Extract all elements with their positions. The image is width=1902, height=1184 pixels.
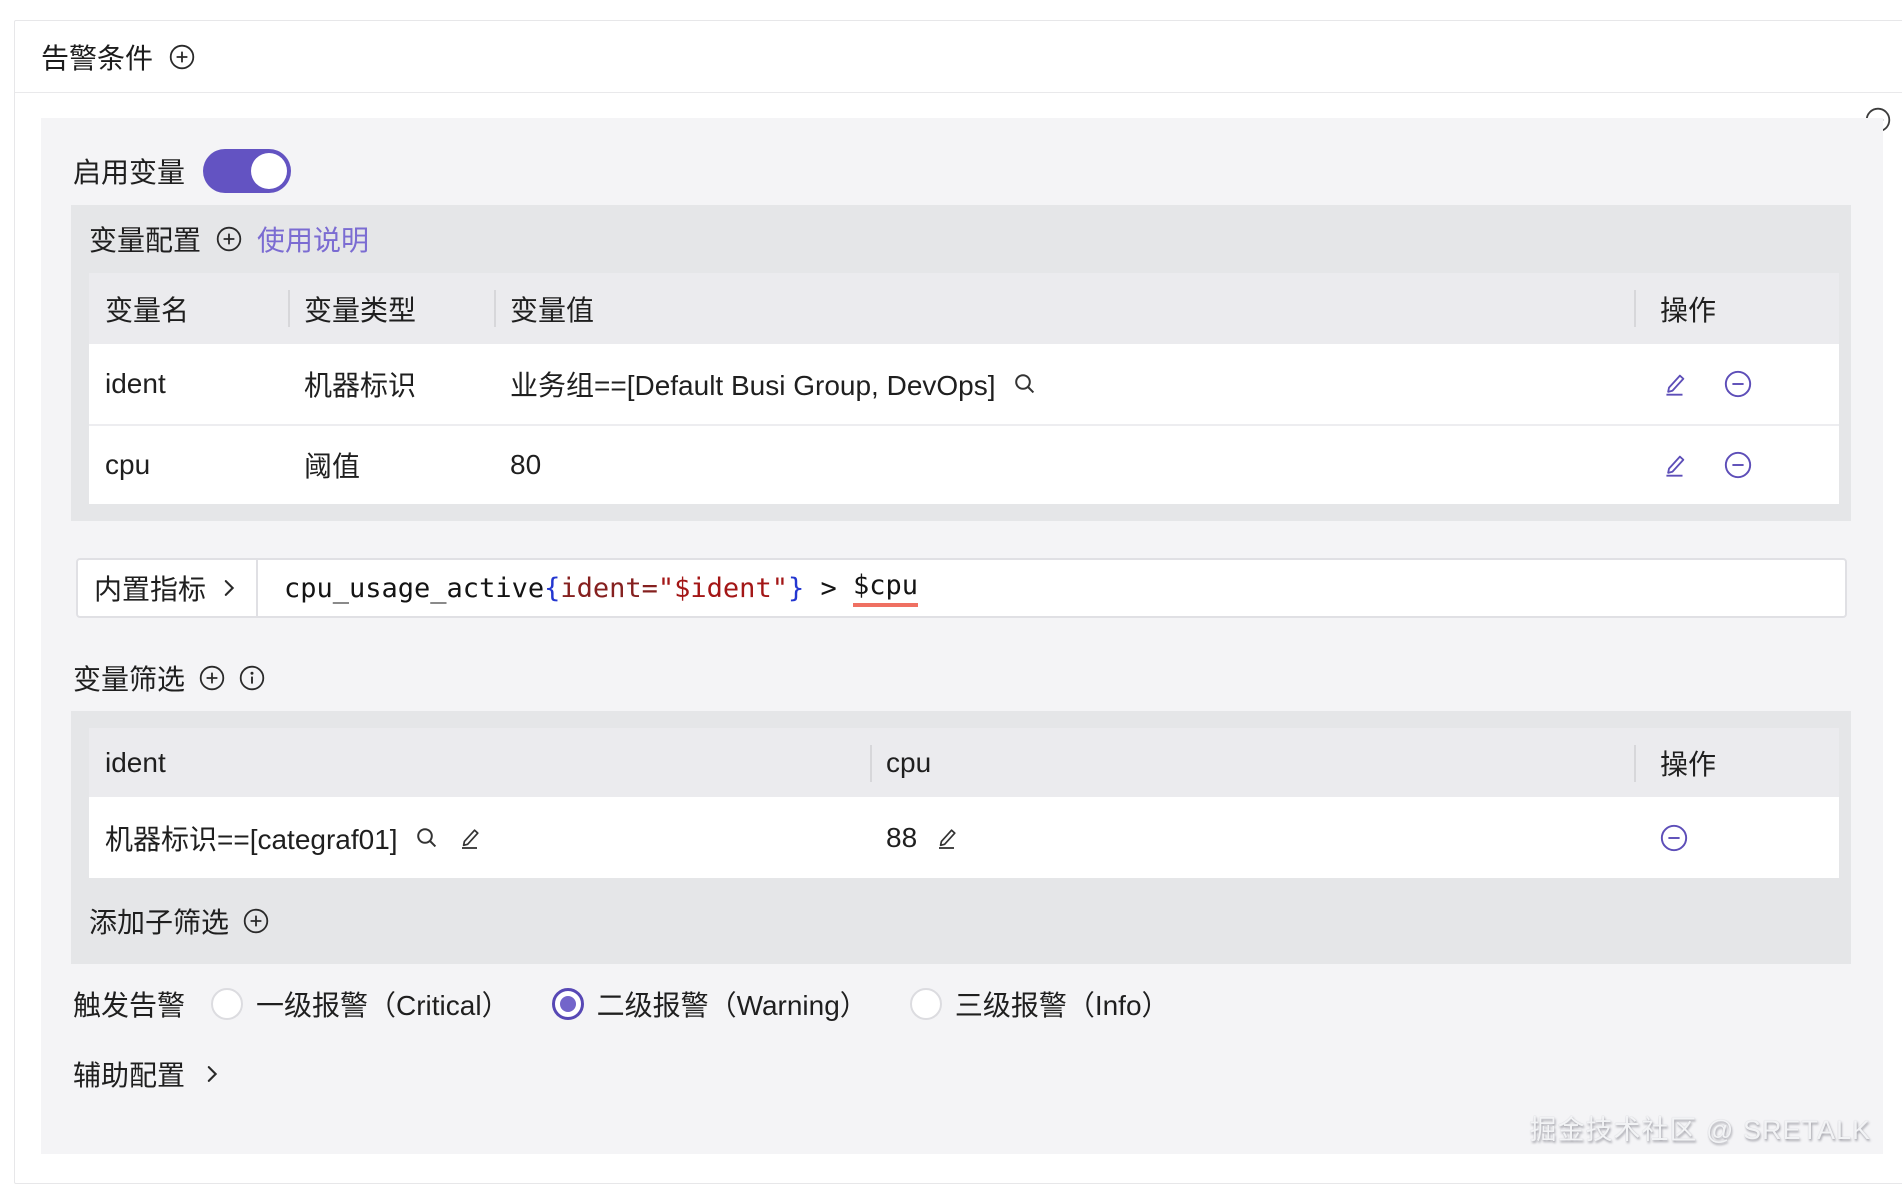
auxiliary-config-toggle[interactable]: 辅助配置: [73, 1054, 223, 1094]
promql-expression-input[interactable]: cpu_usage_active{ident="$ident"} > $cpu: [258, 560, 1845, 616]
promql-token: {: [544, 573, 560, 604]
variable-value: 业务组==[Default Busi Group, DevOps]: [494, 364, 1634, 404]
severity-radio-option[interactable]: 一级报警（Critical）: [211, 984, 510, 1024]
trigger-severity-label: 触发告警: [73, 984, 185, 1024]
enable-variable-label: 启用变量: [73, 151, 185, 191]
column-header: cpu: [870, 728, 1634, 797]
severity-radio-label: 三级报警（Info）: [955, 984, 1170, 1024]
row-actions: [1634, 450, 1839, 480]
promql-token: ident=: [560, 573, 658, 604]
filter-info-icon[interactable]: [239, 665, 265, 691]
variable-config-section: 变量配置 使用说明 变量名变量类型变量值操作 ident机器标识业务组==[De…: [71, 205, 1851, 521]
promql-token: "$ident": [658, 573, 788, 604]
add-sub-filter-plus-icon: [243, 908, 269, 934]
search-icon[interactable]: [414, 825, 440, 851]
auxiliary-config-label: 辅助配置: [73, 1054, 185, 1094]
trigger-severity-row: 触发告警 一级报警（Critical） 二级报警（Warning） 三级报警（Inf…: [73, 984, 1200, 1024]
severity-radio-option[interactable]: 三级报警（Info）: [910, 984, 1170, 1024]
promql-token: >: [804, 573, 853, 604]
add-variable-plus-icon[interactable]: [216, 226, 242, 252]
promql-token: }: [788, 573, 804, 604]
remove-row-minus-icon[interactable]: [1724, 451, 1752, 479]
edit-icon[interactable]: [1660, 450, 1690, 480]
variable-table-header-row: 变量名变量类型变量值操作: [89, 273, 1839, 344]
variable-type: 阈值: [288, 445, 494, 485]
column-header: 操作: [1634, 273, 1839, 344]
filter-row: 机器标识==[categraf01] 88: [89, 797, 1839, 878]
column-header: ident: [89, 728, 870, 797]
chevron-right-icon: [201, 1063, 223, 1085]
remove-row-minus-icon[interactable]: [1660, 824, 1688, 852]
variable-name: cpu: [89, 449, 288, 481]
edit-icon[interactable]: [933, 824, 961, 852]
variable-row: ident机器标识业务组==[Default Busi Group, DevOp…: [89, 344, 1839, 424]
variable-value: 80: [494, 449, 1634, 481]
variable-filter-header: 变量筛选: [73, 660, 265, 696]
add-sub-filter-button[interactable]: 添加子筛选: [71, 878, 1851, 964]
severity-radio-label: 二级报警（Warning）: [597, 984, 868, 1024]
row-actions: [1634, 824, 1839, 852]
variable-filter-title: 变量筛选: [73, 658, 185, 698]
column-header: 变量值: [494, 273, 1634, 344]
variable-filter-table: identcpu操作 机器标识==[categraf01] 88: [89, 728, 1839, 878]
variable-row: cpu阈值 80: [89, 424, 1839, 504]
enable-variable-row: 启用变量: [73, 147, 291, 195]
row-actions: [1634, 369, 1839, 399]
variable-name: ident: [89, 368, 288, 400]
filter-ident-value: 机器标识==[categraf01]: [89, 818, 870, 858]
variable-config-header: 变量配置 使用说明: [71, 205, 1851, 273]
rule-panel: 启用变量 变量配置 使用说明 变量名变量类型变量值操作 ident机器标识业务组…: [41, 118, 1883, 1154]
column-header: 操作: [1634, 728, 1839, 797]
promql-expression-bar: 内置指标 cpu_usage_active{ident="$ident"} > …: [76, 558, 1847, 618]
severity-radio-option[interactable]: 二级报警（Warning）: [552, 984, 868, 1024]
radio-unselected-icon[interactable]: [910, 988, 942, 1020]
add-sub-filter-label: 添加子筛选: [89, 901, 229, 941]
filter-table-header-row: identcpu操作: [89, 728, 1839, 797]
edit-icon[interactable]: [456, 824, 484, 852]
enable-variable-toggle[interactable]: [203, 149, 291, 193]
column-header: 变量类型: [288, 273, 494, 344]
radio-unselected-icon[interactable]: [211, 988, 243, 1020]
variable-config-title: 变量配置: [89, 219, 201, 259]
remove-row-minus-icon[interactable]: [1724, 370, 1752, 398]
column-header: 变量名: [89, 273, 288, 344]
search-icon[interactable]: [1012, 371, 1038, 397]
variable-type: 机器标识: [288, 364, 494, 404]
filter-cpu-value: 88: [870, 822, 1634, 854]
severity-radio-label: 一级报警（Critical）: [256, 984, 510, 1024]
filter-cpu-text: 88: [886, 822, 917, 854]
watermark-text: 掘金技术社区 @ SRETALK: [1530, 1113, 1871, 1147]
alert-condition-card: 告警条件 启用变量 变量配置 使用说明 变量名变量类型变量值操作 ident机器…: [14, 20, 1902, 1184]
variable-filter-section: identcpu操作 机器标识==[categraf01] 88 添加子筛选: [71, 711, 1851, 964]
variable-config-table: 变量名变量类型变量值操作 ident机器标识业务组==[Default Busi…: [89, 273, 1839, 504]
card-header: 告警条件: [15, 21, 1902, 93]
builtin-metrics-button[interactable]: 内置指标: [78, 560, 258, 616]
edit-icon[interactable]: [1660, 369, 1690, 399]
builtin-metrics-label: 内置指标: [94, 568, 206, 608]
radio-selected-icon[interactable]: [552, 988, 584, 1020]
add-filter-plus-icon[interactable]: [199, 665, 225, 691]
usage-help-link[interactable]: 使用说明: [257, 219, 369, 259]
promql-token: $cpu: [853, 570, 918, 607]
variable-value-text: 80: [510, 449, 541, 481]
promql-token: cpu_usage_active: [284, 573, 544, 604]
filter-ident-text: 机器标识==[categraf01]: [105, 818, 398, 858]
chevron-right-icon: [218, 577, 240, 599]
page-title: 告警条件: [41, 37, 153, 77]
variable-value-text: 业务组==[Default Busi Group, DevOps]: [510, 364, 996, 404]
add-condition-plus-icon[interactable]: [169, 44, 195, 70]
